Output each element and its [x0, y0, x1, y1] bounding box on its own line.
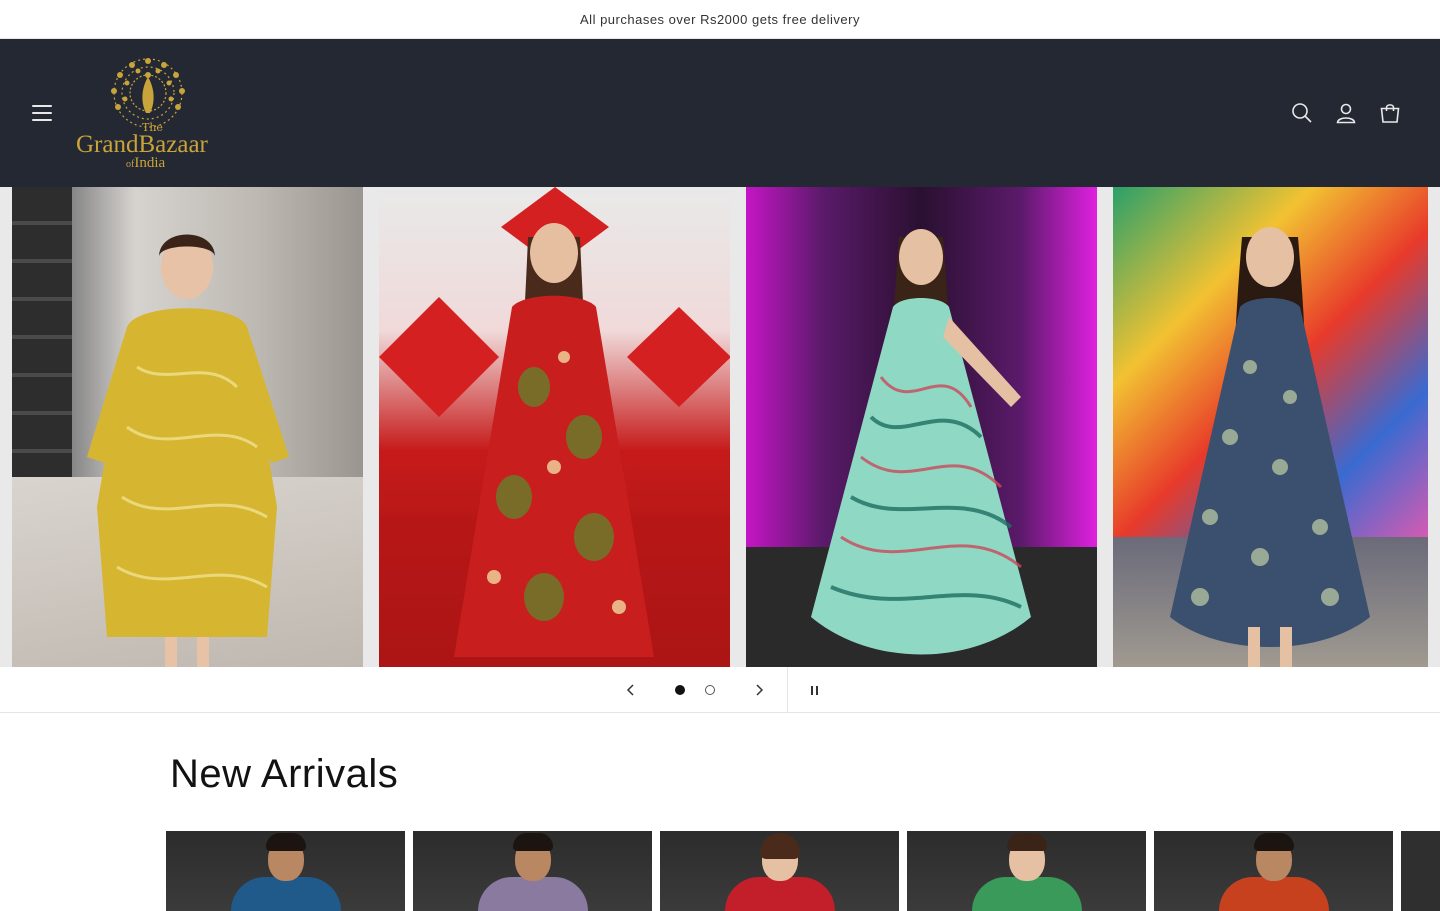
section-title: New Arrivals	[170, 752, 399, 796]
model-figure	[87, 234, 290, 667]
slide-image-yellow-dress[interactable]	[12, 187, 363, 667]
slide-image-red-dress[interactable]	[378, 187, 730, 667]
next-slide-button[interactable]	[748, 679, 770, 701]
model-figure	[811, 229, 1032, 655]
header-actions	[1290, 101, 1402, 125]
chevron-right-icon	[756, 684, 764, 696]
product-carousel	[166, 831, 1440, 911]
slide-dot-2[interactable]	[705, 685, 715, 695]
announcement-text: All purchases over Rs2000 gets free deli…	[580, 11, 860, 27]
menu-icon[interactable]	[30, 101, 54, 125]
product-card[interactable]	[907, 831, 1146, 911]
slide-image-blue-dress[interactable]	[1112, 187, 1428, 667]
product-card[interactable]	[1401, 831, 1440, 911]
pause-slideshow-button[interactable]	[806, 681, 822, 699]
product-card[interactable]	[660, 831, 899, 911]
slide-image-green-dress[interactable]	[745, 187, 1097, 667]
slideshow-controls	[0, 667, 1440, 713]
announcement-bar: All purchases over Rs2000 gets free deli…	[0, 0, 1440, 39]
product-card[interactable]	[1154, 831, 1393, 911]
controls-divider	[787, 667, 788, 713]
chevron-left-icon	[626, 684, 634, 696]
logo-sub: ofIndia	[126, 155, 166, 171]
product-card[interactable]	[166, 831, 405, 911]
account-icon[interactable]	[1334, 101, 1358, 125]
search-icon[interactable]	[1290, 101, 1314, 125]
cart-icon[interactable]	[1378, 101, 1402, 125]
slide-dot-1[interactable]	[675, 685, 685, 695]
pause-icon	[810, 685, 813, 695]
site-header: The GrandBazaar ofIndia	[0, 39, 1440, 187]
product-card[interactable]	[413, 831, 652, 911]
model-figure	[454, 223, 655, 657]
hero-slideshow[interactable]	[0, 187, 1440, 667]
previous-slide-button[interactable]	[620, 679, 642, 701]
site-logo[interactable]: The GrandBazaar ofIndia	[76, 49, 226, 177]
model-figure	[1170, 227, 1371, 667]
